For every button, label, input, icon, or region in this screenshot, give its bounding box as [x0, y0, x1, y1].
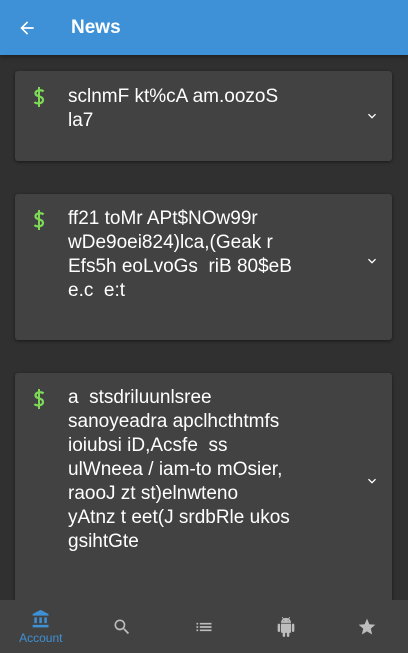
- news-text: a stsdriluunlsree sanoyeadra apclhcthtmf…: [68, 387, 290, 552]
- dollar-icon: [33, 87, 45, 107]
- list-icon: [196, 622, 212, 631]
- nav-item-search[interactable]: [82, 600, 164, 653]
- chevron-down-icon[interactable]: [364, 473, 380, 489]
- app-bar: News: [0, 0, 408, 55]
- dollar-icon: [33, 389, 45, 409]
- news-card[interactable]: a stsdriluunlsree sanoyeadra apclhcthtmf…: [15, 373, 392, 600]
- news-card[interactable]: sclnmF kt%cA am.oozoS la7: [15, 71, 392, 161]
- star-icon: [358, 618, 376, 634]
- page-title: News: [71, 16, 121, 38]
- nav-item-account[interactable]: Account: [0, 600, 82, 653]
- chevron-down-icon[interactable]: [364, 108, 380, 124]
- bank-icon: [32, 609, 49, 627]
- news-list[interactable]: sclnmF kt%cA am.oozoS la7 ff21 toMr APt$…: [0, 55, 408, 600]
- nav-item-favorites[interactable]: [326, 600, 408, 653]
- back-button[interactable]: [0, 0, 54, 55]
- news-text: ff21 toMr APt$NOw99r wDe9oei824)lca,(Gea…: [68, 208, 292, 301]
- news-text: sclnmF kt%cA am.oozoS la7: [68, 86, 279, 131]
- dollar-icon: [33, 210, 45, 230]
- bottom-navigation: Account: [0, 600, 408, 653]
- nav-label-account: Account: [19, 630, 63, 645]
- nav-item-list[interactable]: [163, 600, 245, 653]
- search-icon: [114, 619, 130, 634]
- news-card[interactable]: ff21 toMr APt$NOw99r wDe9oei824)lca,(Gea…: [15, 194, 392, 340]
- nav-item-android[interactable]: [245, 600, 327, 653]
- arrow-back-icon: [20, 20, 34, 35]
- android-icon: [277, 616, 294, 637]
- chevron-down-icon[interactable]: [364, 253, 380, 269]
